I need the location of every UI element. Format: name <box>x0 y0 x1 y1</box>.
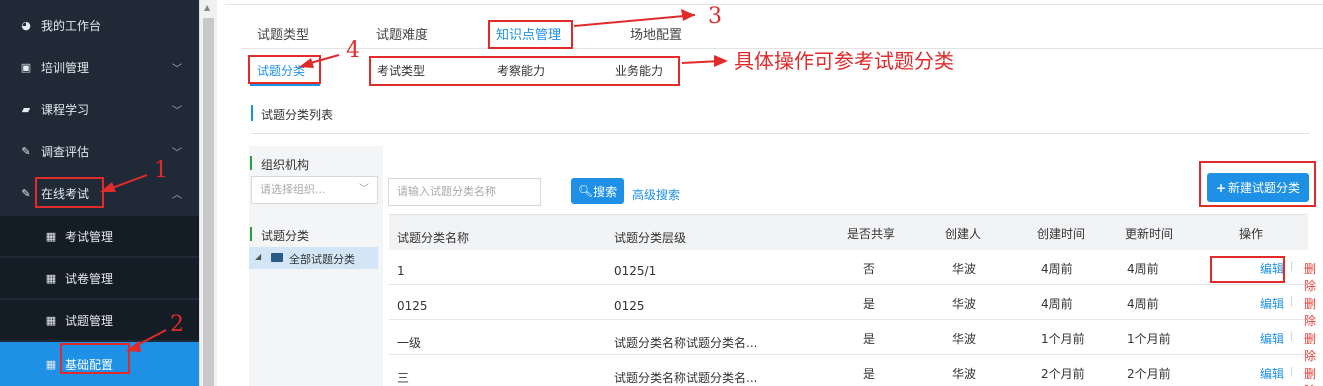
annotation-arrowhead-4 <box>299 58 314 68</box>
annotation-arrowhead-note <box>714 55 728 67</box>
app-root: ◕ 我的工作台 ▣ 培训管理 ﹀ ▰ 课程学习 ﹀ ✎ 调查评估 ﹀ ✎ 在线考… <box>0 0 1323 386</box>
annotation-note: 具体操作可参考试题分类 <box>734 49 954 73</box>
annotation-arrow-3 <box>573 14 696 27</box>
annotation-number: 4 <box>346 38 360 63</box>
annotation-number: 3 <box>708 4 722 29</box>
annotation-arrowhead-1 <box>100 182 116 192</box>
annotation-arrowhead-2 <box>126 341 141 352</box>
annotation-arrowhead-3 <box>681 9 695 21</box>
annotation-arrows <box>100 9 728 352</box>
annotation-number: 2 <box>170 312 184 337</box>
annotation-number: 1 <box>154 158 168 183</box>
